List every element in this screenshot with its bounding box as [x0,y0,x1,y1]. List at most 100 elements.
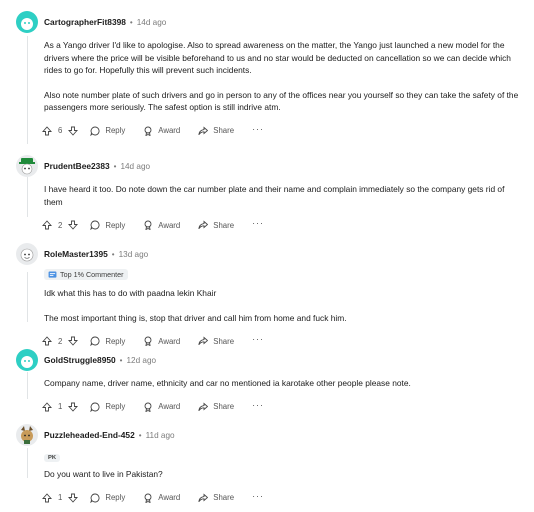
award-button[interactable]: Award [143,126,180,136]
share-icon [198,126,209,135]
share-button[interactable]: Share [198,126,234,136]
award-button[interactable]: Award [143,493,180,503]
more-options-button[interactable]: ··· [252,334,264,344]
award-label: Award [158,493,181,502]
award-button[interactable]: Award [143,220,180,230]
comment-actions: 1 Reply Award Share ··· [42,400,516,414]
downvote-icon[interactable] [68,493,79,503]
upvote-icon[interactable] [42,220,52,230]
timestamp: 12d ago [126,355,157,365]
badge-icon [48,271,57,278]
comment-paragraph: Company name, driver name, ethnicity and… [44,378,411,388]
comment-header: Puzzleheaded-End-452 • 11d ago [16,424,516,446]
downvote-icon[interactable] [68,126,79,136]
separator: • [119,355,123,365]
award-icon [144,336,152,346]
author-name[interactable]: Puzzleheaded-End-452 [44,430,135,440]
vote-count: 1 [58,402,63,411]
reply-button[interactable]: Reply [90,220,125,230]
upvote-icon[interactable] [42,401,52,412]
comment-header: RoleMaster1395 • 13d ago [16,243,516,265]
share-icon [198,336,209,346]
comment-header: CartographerFit8398 • 14d ago [16,11,516,33]
award-icon [144,402,152,412]
comment-header: PrudentBee2383 • 14d ago [16,155,516,177]
more-options-button[interactable]: ··· [252,491,264,501]
avatar[interactable] [16,11,38,33]
share-icon [198,493,209,502]
award-button[interactable]: Award [143,336,180,346]
vote-count: 2 [58,336,63,346]
vote-control: 1 [42,492,79,503]
reply-button[interactable]: Reply [90,402,125,412]
award-button[interactable]: Award [143,402,180,412]
comment-body: As a Yango driver I'd like to apologise.… [44,39,522,114]
author-name[interactable]: CartographerFit8398 [44,17,126,27]
avatar[interactable] [16,424,38,446]
award-label: Award [158,220,181,230]
upvote-icon[interactable] [42,492,52,503]
comment: CartographerFit8398 • 14d ago As a Yango… [16,11,518,138]
vote-count: 6 [58,126,63,135]
share-button[interactable]: Share [198,336,234,346]
vote-control: 2 [42,220,79,230]
share-label: Share [213,220,235,230]
comment-body: Company name, driver name, ethnicity and… [44,377,522,390]
comment: GoldStruggle8950 • 12d ago Company name,… [16,349,516,414]
award-label: Award [158,402,181,411]
share-button[interactable]: Share [198,402,234,412]
downvote-icon[interactable] [68,220,79,230]
vote-control: 6 [42,125,79,136]
separator: • [138,430,142,440]
award-icon [144,126,152,136]
reply-label: Reply [105,336,126,346]
comment-paragraph: Do you want to live in Pakistan? [44,469,163,479]
timestamp: 13d ago [118,249,149,259]
avatar[interactable] [16,155,38,177]
reply-button[interactable]: Reply [90,493,125,503]
more-options-button[interactable]: ··· [252,400,264,410]
reply-label: Reply [105,402,126,411]
share-button[interactable]: Share [198,220,234,230]
chat-bubble-icon [90,220,100,230]
share-label: Share [213,126,235,135]
more-options-button[interactable]: ··· [252,218,264,228]
share-icon [198,402,209,411]
more-options-button[interactable]: ··· [252,124,264,134]
share-button[interactable]: Share [198,493,234,503]
upvote-icon[interactable] [42,336,52,346]
chat-bubble-icon [90,336,100,346]
comment-actions: 6 Reply Award Share ··· [42,124,516,138]
comment: PrudentBee2383 • 14d ago I have heard it… [16,155,516,232]
separator: • [111,249,115,259]
chat-bubble-icon [90,493,100,503]
downvote-icon[interactable] [68,402,79,412]
vote-count: 2 [58,220,63,230]
share-icon [198,220,209,230]
avatar[interactable] [16,243,38,265]
reply-label: Reply [105,493,126,502]
separator: • [129,17,133,27]
share-label: Share [213,402,235,411]
comment-paragraph: I have heard it too. Do note down the ca… [44,184,505,207]
comment-actions: 2 Reply Award Share ··· [42,334,516,348]
comment-paragraph: The most important thing is, stop that d… [44,312,347,323]
comment-header: GoldStruggle8950 • 12d ago [16,349,516,371]
vote-control: 1 [42,401,79,412]
reply-button[interactable]: Reply [90,126,125,136]
share-label: Share [213,336,235,346]
user-flair: PK [44,454,61,462]
comment-body: Idk what this has to do with paadna leki… [44,287,522,324]
author-name[interactable]: PrudentBee2383 [44,161,110,171]
comment-actions: 2 Reply Award Share ··· [42,218,516,232]
author-name[interactable]: RoleMaster1395 [44,249,108,259]
comment-paragraph: Also note number plate of such drivers a… [44,89,519,113]
upvote-icon[interactable] [42,125,52,136]
author-name[interactable]: GoldStruggle8950 [44,355,116,365]
avatar[interactable] [16,349,38,371]
chat-bubble-icon [90,402,100,412]
award-label: Award [158,126,181,135]
comment-body: Do you want to live in Pakistan? [44,468,522,481]
downvote-icon[interactable] [68,336,79,346]
reply-button[interactable]: Reply [90,336,125,346]
